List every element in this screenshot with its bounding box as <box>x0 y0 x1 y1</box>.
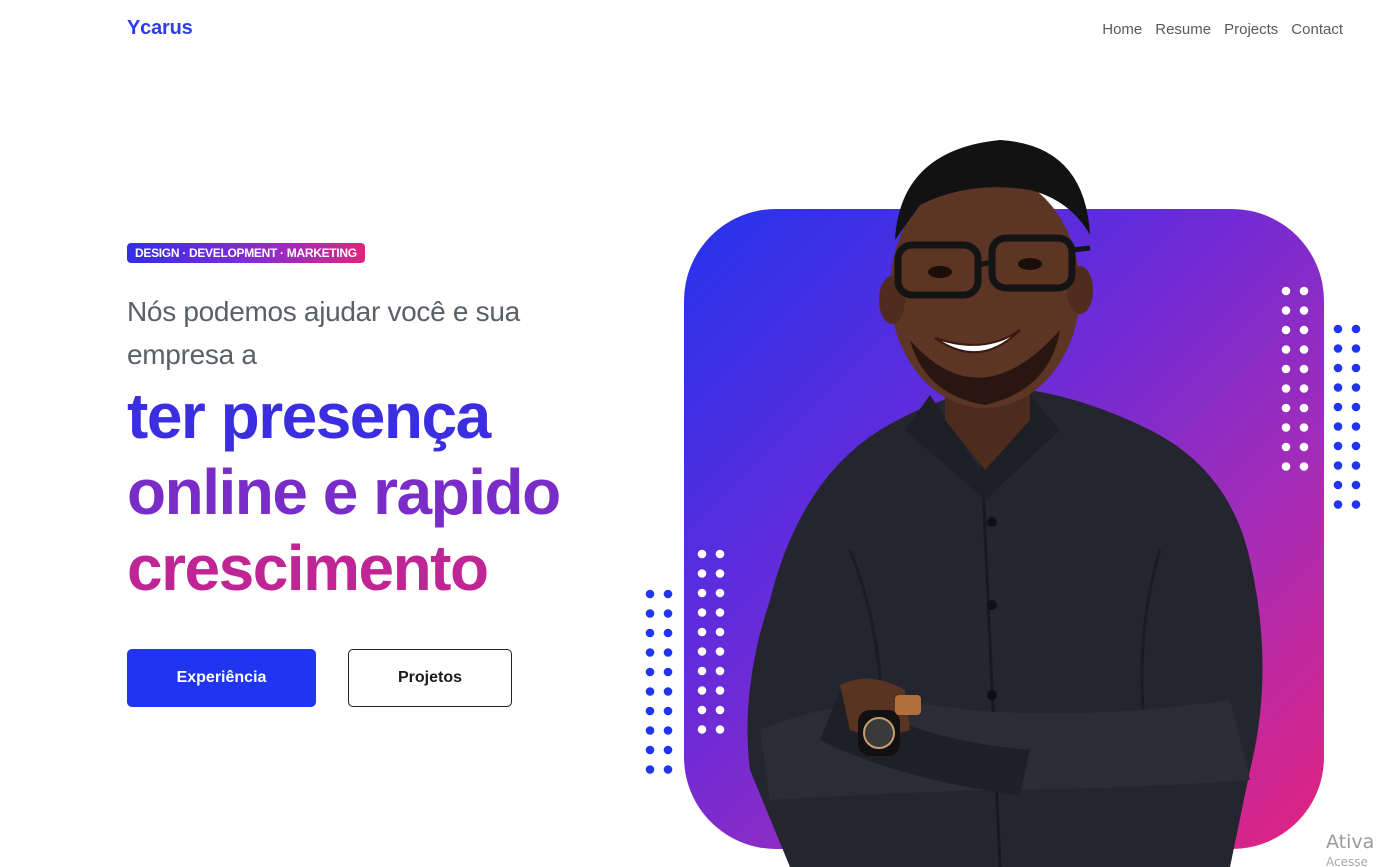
decorative-dot <box>1299 325 1309 335</box>
decorative-dot <box>1333 402 1343 412</box>
decorative-dot <box>715 608 725 617</box>
decorative-dot <box>663 589 673 599</box>
decorative-dot <box>715 686 725 695</box>
projects-button[interactable]: Projetos <box>348 649 512 707</box>
dot-grid-decoration-right-blue <box>1333 324 1361 509</box>
decorative-dot <box>1333 441 1343 451</box>
decorative-dot <box>1333 500 1343 509</box>
decorative-dot <box>1351 500 1361 509</box>
headline-line-1: ter presença <box>127 380 491 452</box>
decorative-dot <box>1299 423 1309 432</box>
decorative-dot <box>1351 441 1361 451</box>
decorative-dot <box>697 647 707 656</box>
nav-link-projects[interactable]: Projects <box>1224 21 1278 38</box>
services-tag: DESIGN · DEVELOPMENT · MARKETING <box>127 243 365 263</box>
decorative-dot <box>1351 344 1361 353</box>
experience-button[interactable]: Experiência <box>127 649 316 707</box>
decorative-dot <box>1351 383 1361 392</box>
decorative-dot <box>697 666 707 676</box>
decorative-dot <box>697 705 707 715</box>
decorative-dot <box>663 726 673 735</box>
decorative-dot <box>1351 324 1361 334</box>
decorative-dot <box>645 745 655 755</box>
dot-grid-decoration-left-blue <box>645 589 673 774</box>
decorative-dot <box>1351 363 1361 373</box>
decorative-dot <box>697 686 707 695</box>
dot-grid-decoration-left-white <box>697 549 725 734</box>
decorative-dot <box>715 705 725 715</box>
portrait-image <box>747 140 1263 867</box>
decorative-dot <box>1333 383 1343 392</box>
decorative-dot <box>1333 480 1343 490</box>
decorative-dot <box>715 549 725 559</box>
decorative-dot <box>663 706 673 716</box>
decorative-dot <box>1333 344 1343 353</box>
decorative-dot <box>715 588 725 598</box>
decorative-dot <box>663 745 673 755</box>
decorative-dot <box>715 666 725 676</box>
decorative-dot <box>645 628 655 638</box>
activation-watermark-title: Ativar <box>1326 831 1376 853</box>
decorative-dot <box>663 648 673 657</box>
decorative-dot <box>645 726 655 735</box>
headline-line-3: crescimento <box>127 532 489 604</box>
decorative-dot <box>663 667 673 677</box>
nav-link-resume[interactable]: Resume <box>1155 21 1211 38</box>
decorative-dot <box>697 588 707 598</box>
hero-headline: ter presença online e rapido crescimento <box>127 378 561 606</box>
decorative-dot <box>1333 461 1343 470</box>
nav-link-contact[interactable]: Contact <box>1291 21 1343 38</box>
decorative-dot <box>697 627 707 637</box>
decorative-dot <box>1333 422 1343 431</box>
decorative-dot <box>645 589 655 599</box>
decorative-dot <box>645 687 655 696</box>
decorative-dot <box>697 549 707 559</box>
decorative-dot <box>1299 286 1309 296</box>
decorative-dot <box>1299 364 1309 374</box>
decorative-dot <box>1299 384 1309 393</box>
decorative-dot <box>1299 345 1309 354</box>
decorative-dot <box>663 609 673 618</box>
decorative-dot <box>697 608 707 617</box>
decorative-dot <box>715 725 725 734</box>
decorative-dot <box>697 569 707 578</box>
decorative-dot <box>663 628 673 638</box>
decorative-dot <box>1299 403 1309 413</box>
decorative-dot <box>1299 306 1309 315</box>
decorative-dot <box>715 569 725 578</box>
decorative-dot <box>645 706 655 716</box>
decorative-dot <box>1299 442 1309 452</box>
headline-line-2: online e rapido <box>127 456 561 528</box>
decorative-dot <box>1299 462 1309 471</box>
decorative-dot <box>663 765 673 774</box>
decorative-dot <box>645 667 655 677</box>
decorative-dot <box>1351 402 1361 412</box>
decorative-dot <box>663 687 673 696</box>
decorative-dot <box>645 609 655 618</box>
decorative-dot <box>1351 422 1361 431</box>
main-nav: Home Resume Projects Contact <box>1102 21 1343 38</box>
decorative-dot <box>697 725 707 734</box>
decorative-dot <box>645 765 655 774</box>
decorative-dot <box>645 648 655 657</box>
decorative-dot <box>715 627 725 637</box>
site-logo[interactable]: Ycarus <box>127 17 193 40</box>
decorative-dot <box>1351 461 1361 470</box>
decorative-dot <box>1351 480 1361 490</box>
decorative-dot <box>1333 324 1343 334</box>
nav-link-home[interactable]: Home <box>1102 21 1142 38</box>
decorative-dot <box>1333 363 1343 373</box>
hero-subtitle: Nós podemos ajudar você e sua empresa a <box>127 296 520 370</box>
activation-watermark-subtitle: Acesse <box>1326 855 1368 867</box>
decorative-dot <box>715 647 725 656</box>
